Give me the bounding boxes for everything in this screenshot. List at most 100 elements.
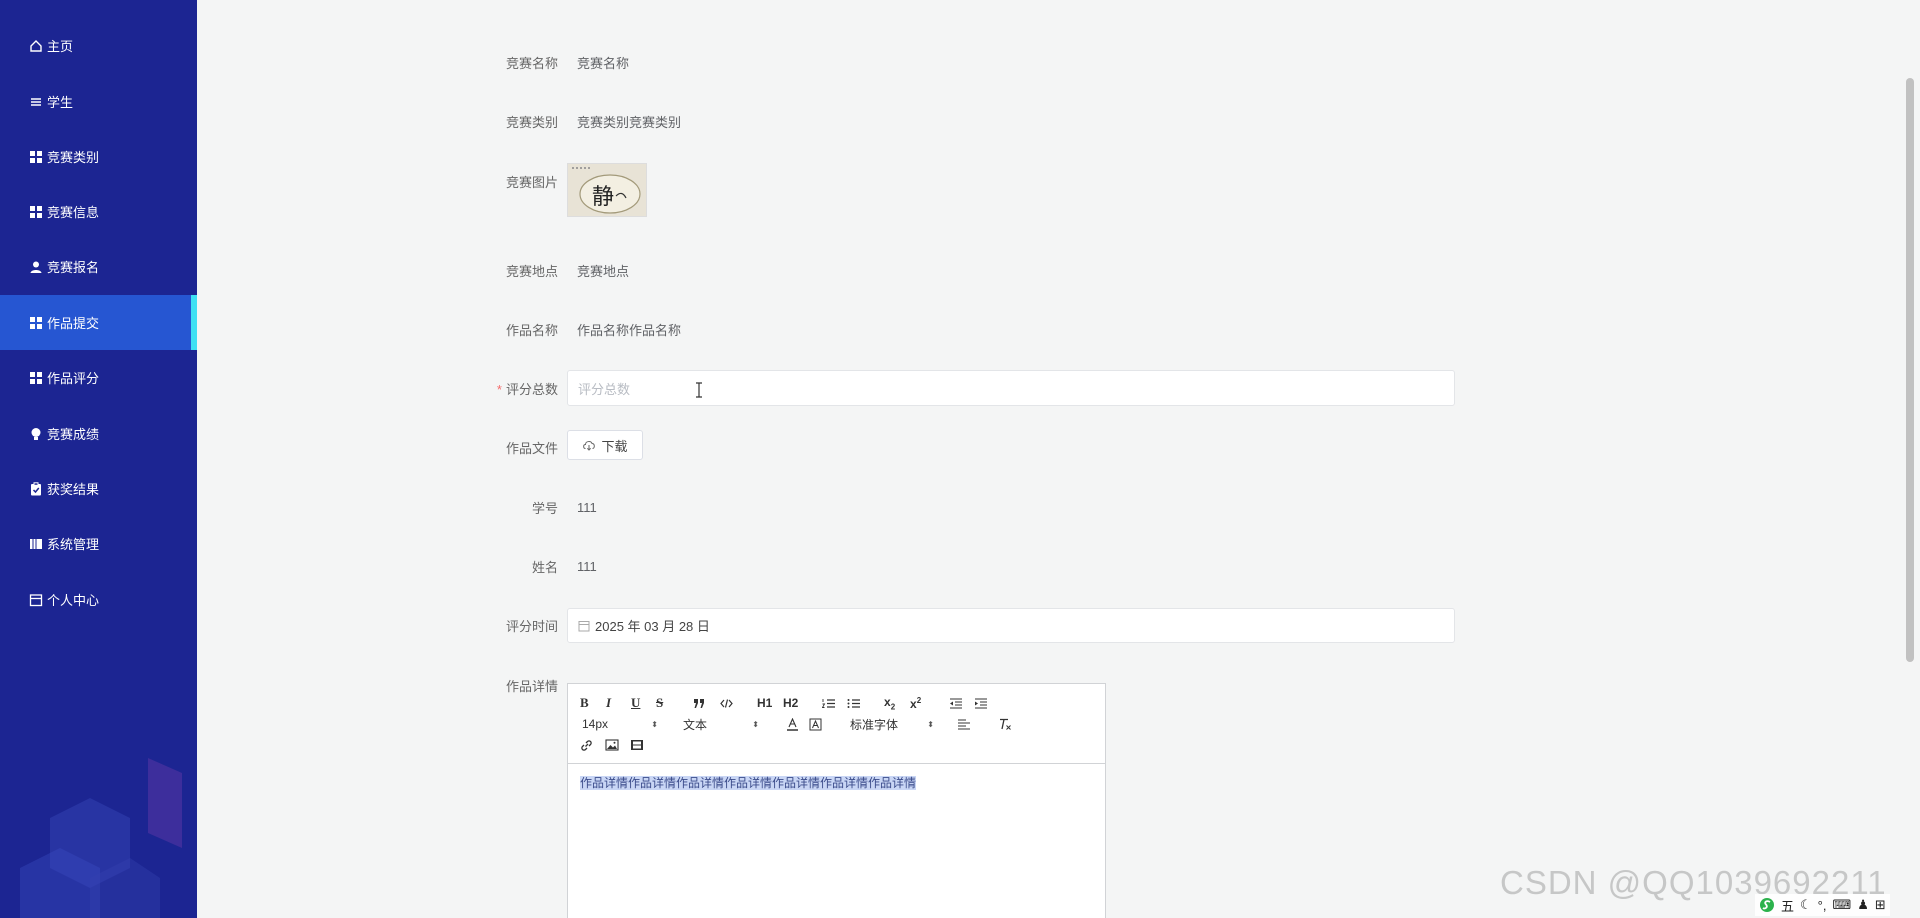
bullet-list-icon xyxy=(847,698,860,708)
clipboard-icon xyxy=(29,481,43,496)
clear-format-button[interactable] xyxy=(998,715,1012,733)
font-color-icon xyxy=(787,717,798,731)
field-name: 姓名 111 xyxy=(480,557,597,576)
outdent-icon xyxy=(950,697,962,709)
header2-button[interactable]: H2 xyxy=(783,694,798,712)
grid-icon xyxy=(29,150,43,164)
grid-icon xyxy=(29,371,43,385)
field-value: 竞赛类别竞赛类别 xyxy=(577,115,682,130)
score-time-date-picker[interactable]: 2025 年 03 月 28 日 xyxy=(567,608,1455,643)
sidebar-item-competition-category[interactable]: 竞赛类别 xyxy=(0,129,197,184)
field-value: 竞赛名称 xyxy=(577,56,630,71)
bullet-list-button[interactable] xyxy=(847,694,861,712)
field-label: 竞赛图片 xyxy=(505,175,558,190)
ime-mode[interactable]: 五 xyxy=(1781,896,1794,915)
ime-tray: 五 ☾ °, ⌨ ♟ ⊞ xyxy=(1755,894,1890,916)
sidebar-item-award-results[interactable]: 获奖结果 xyxy=(0,461,197,516)
field-label: 学号 xyxy=(531,501,558,516)
keyboard-icon[interactable]: ⌨ xyxy=(1832,897,1851,913)
outdent-button[interactable] xyxy=(949,694,963,712)
header1-button[interactable]: H1 xyxy=(757,694,772,712)
field-value: 111 xyxy=(577,500,597,515)
sidebar-item-work-score[interactable]: 作品评分 xyxy=(0,350,197,405)
download-button[interactable]: 下载 xyxy=(567,430,643,460)
align-left-icon xyxy=(958,718,970,730)
field-label: 作品详情 xyxy=(505,679,558,694)
field-competition-image: 竞赛图片 xyxy=(480,172,558,191)
field-label: 作品名称 xyxy=(505,323,558,338)
sidebar-item-home[interactable]: 主页 xyxy=(0,18,197,73)
subscript-button[interactable]: x2 xyxy=(884,694,895,712)
indent-icon xyxy=(975,697,987,709)
ordered-list-button[interactable] xyxy=(822,694,836,712)
underline-button[interactable]: U xyxy=(631,694,640,712)
sidebar-item-label: 主页 xyxy=(47,39,74,54)
sidebar-item-work-submit[interactable]: 作品提交 xyxy=(0,295,197,350)
list-icon xyxy=(29,95,43,109)
select-arrows-icon: ⬍ xyxy=(927,719,934,729)
font-size-select[interactable]: 14px ⬍ xyxy=(582,715,658,733)
subscript-icon: x2 xyxy=(884,694,896,712)
grid-icon xyxy=(29,316,43,330)
font-size-value: 14px xyxy=(582,717,609,731)
sidebar-item-label: 作品评分 xyxy=(47,371,100,386)
punctuation-icon[interactable]: °, xyxy=(1818,898,1827,913)
competition-image-thumbnail[interactable]: 静 xyxy=(567,163,647,217)
vertical-scrollbar[interactable] xyxy=(1906,78,1914,662)
field-label: 姓名 xyxy=(531,560,558,575)
calendar-icon xyxy=(29,593,43,607)
sidebar-item-competition-signup[interactable]: 竞赛报名 xyxy=(0,239,197,294)
calendar-icon xyxy=(578,620,590,631)
sidebar-item-competition-results[interactable]: 竞赛成绩 xyxy=(0,406,197,461)
sidebar-item-students[interactable]: 学生 xyxy=(0,74,197,129)
code-icon xyxy=(720,698,733,708)
editor-content[interactable]: 作品详情作品详情作品详情作品详情作品详情作品详情作品详情 xyxy=(568,764,1105,801)
font-family-select[interactable]: 标准字体 ⬍ xyxy=(850,715,934,733)
score-time-value: 2025 年 03 月 28 日 xyxy=(595,619,710,634)
sidebar-item-profile[interactable]: 个人中心 xyxy=(0,572,197,627)
code-block-button[interactable] xyxy=(720,694,733,712)
video-button[interactable] xyxy=(630,736,644,754)
skin-icon[interactable]: ♟ xyxy=(1857,897,1869,913)
text-cursor-icon xyxy=(696,382,702,398)
ordered-list-icon xyxy=(822,698,835,708)
indent-button[interactable] xyxy=(974,694,988,712)
italic-button[interactable]: I xyxy=(606,694,611,712)
font-color-button[interactable] xyxy=(786,715,799,733)
menu-grid-icon[interactable]: ⊞ xyxy=(1875,897,1886,913)
clear-format-icon xyxy=(1000,718,1011,730)
align-button[interactable] xyxy=(957,715,971,733)
book-icon xyxy=(29,537,43,551)
sidebar-item-label: 个人中心 xyxy=(47,593,100,608)
bold-button[interactable]: B xyxy=(580,694,589,712)
sidebar-item-label: 获奖结果 xyxy=(47,482,100,497)
paragraph-select[interactable]: 文本 ⬍ xyxy=(683,715,759,733)
field-label: 作品文件 xyxy=(505,441,558,456)
strikethrough-button[interactable]: S xyxy=(656,694,663,712)
video-icon xyxy=(631,740,643,750)
image-button[interactable] xyxy=(605,736,619,754)
field-work-file: 作品文件 xyxy=(480,438,558,457)
field-label-text: 评分总数 xyxy=(505,382,558,397)
superscript-button[interactable]: x2 xyxy=(910,694,921,712)
field-label: 竞赛名称 xyxy=(505,56,558,71)
sidebar-item-system-management[interactable]: 系统管理 xyxy=(0,516,197,571)
blockquote-button[interactable] xyxy=(693,694,706,712)
sogou-ime-icon[interactable] xyxy=(1759,897,1775,913)
background-color-button[interactable] xyxy=(809,715,822,733)
link-button[interactable] xyxy=(580,736,593,754)
editor-selected-text: 作品详情作品详情作品详情作品详情作品详情作品详情作品详情 xyxy=(580,776,917,790)
sidebar-item-label: 系统管理 xyxy=(47,537,100,552)
sidebar-item-competition-info[interactable]: 竞赛信息 xyxy=(0,184,197,239)
sidebar-item-label: 竞赛成绩 xyxy=(47,427,100,442)
select-arrows-icon: ⬍ xyxy=(651,719,658,729)
link-icon xyxy=(581,739,592,751)
moon-icon[interactable]: ☾ xyxy=(1800,897,1812,913)
svg-text:静: 静 xyxy=(592,185,614,210)
background-color-icon xyxy=(809,718,822,730)
bulb-icon xyxy=(29,427,43,441)
editor-toolbar: B I U S H1 H2 x2 x2 14px ⬍ 文本 ⬍ 标准字体 ⬍ xyxy=(568,684,1105,764)
field-value: 111 xyxy=(577,559,597,574)
field-label: 竞赛类别 xyxy=(505,115,558,130)
home-icon xyxy=(29,39,43,53)
